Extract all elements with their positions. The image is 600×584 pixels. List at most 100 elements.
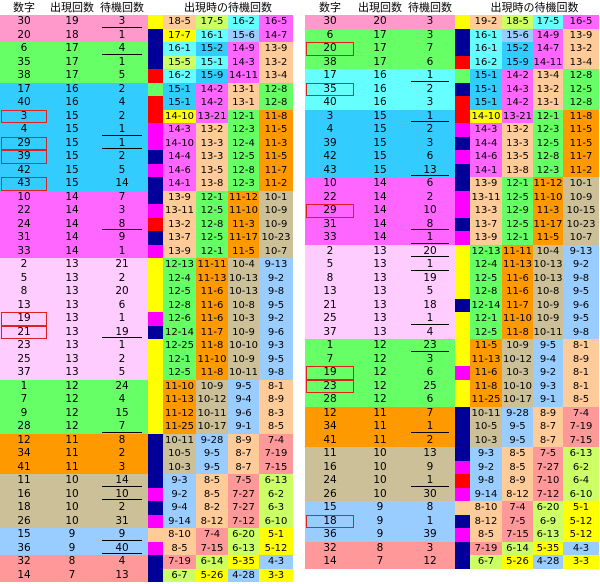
wait-history-cell: 14-10 bbox=[470, 109, 502, 123]
wait-history-cell: 14-10 bbox=[163, 136, 196, 150]
wait-history-cell: 9-5 bbox=[502, 420, 533, 434]
wait-history-cell: 7-12 bbox=[228, 514, 259, 528]
wait-history-cell: 13-8 bbox=[196, 177, 228, 191]
wait-history-cell: 13-9 bbox=[163, 190, 196, 204]
appear-count-cell: 14 bbox=[65, 190, 79, 203]
wait-underline bbox=[411, 256, 449, 257]
appear-count-cell: 9 bbox=[376, 501, 384, 513]
wait-history-cell: 12-13 bbox=[163, 258, 196, 272]
wait-history-cell: 7-5 bbox=[228, 474, 259, 488]
wait-history-cell: 12-1 bbox=[470, 312, 502, 326]
wait-history-cell: 13-3 bbox=[196, 150, 228, 164]
wait-history-cell: 13-1 bbox=[533, 96, 563, 110]
wait-history-cell: 12-25 bbox=[163, 339, 196, 353]
table-row: 22 14 3 13-11 12-5 11-10 10-9 bbox=[0, 204, 300, 218]
marker-square bbox=[148, 42, 163, 56]
number-cell: 35 bbox=[17, 55, 31, 68]
wait-history-cell: 13-21 bbox=[502, 109, 533, 123]
wait-count-cell: 24 bbox=[115, 379, 129, 392]
wait-history-cell: 6-9 bbox=[533, 514, 563, 528]
wait-history-cell: 11-13 bbox=[470, 352, 502, 366]
wait-history-cell: 8-12 bbox=[502, 487, 533, 501]
wait-history-cell: 10-1 bbox=[259, 190, 293, 204]
table-row: 34 11 2 10-5 9-5 8-7 7-19 bbox=[0, 447, 300, 461]
wait-history-cell: 12-8 bbox=[196, 217, 228, 231]
wait-history-cell: 11-5 bbox=[470, 339, 502, 353]
marker-square bbox=[455, 447, 470, 461]
wait-count-cell: 1 bbox=[426, 514, 434, 527]
wait-history-cell: 14-9 bbox=[533, 28, 563, 42]
wait-underline bbox=[411, 80, 449, 82]
appear-count-cell: 11 bbox=[65, 460, 79, 473]
wait-history-cell: 10-13 bbox=[533, 258, 563, 272]
appear-count-cell: 14 bbox=[65, 244, 79, 257]
wait-history-cell: 10-8 bbox=[228, 298, 259, 312]
wait-history-cell: 14-3 bbox=[470, 123, 502, 137]
wait-history-cell: 7-15 bbox=[502, 528, 533, 542]
wait-history-cell: 11-5 bbox=[563, 123, 599, 137]
number-cell: 8 bbox=[326, 271, 334, 284]
highlight-box bbox=[306, 379, 354, 393]
highlight-box bbox=[306, 514, 354, 528]
marker-square bbox=[455, 69, 470, 83]
marker-square bbox=[455, 474, 470, 488]
number-cell: 24 bbox=[17, 217, 31, 230]
marker-square bbox=[148, 109, 163, 123]
wait-history-cell: 9-5 bbox=[196, 460, 228, 474]
wait-history-cell: 15-1 bbox=[470, 69, 502, 83]
wait-history-cell: 6-10 bbox=[259, 514, 293, 528]
marker-square bbox=[455, 379, 470, 393]
number-cell: 4 bbox=[20, 123, 28, 135]
highlight-box bbox=[1, 136, 47, 150]
appear-count-cell: 13 bbox=[65, 298, 79, 311]
wait-history-cell: 4-3 bbox=[563, 541, 599, 555]
wait-history-cell: 12-5 bbox=[502, 217, 533, 231]
wait-history-cell: 5-35 bbox=[533, 541, 563, 555]
wait-history-cell: 16-1 bbox=[470, 28, 502, 42]
wait-history-cell: 8-5 bbox=[196, 474, 228, 488]
wait-count-cell: 3 bbox=[426, 541, 434, 554]
table-row: 30 20 3 19-2 18-5 17-5 16-5 bbox=[305, 15, 600, 29]
table-row: 17 16 2 15-1 14-2 13-1 12-8 bbox=[0, 82, 300, 96]
wait-history-cell: 13-1 bbox=[228, 82, 259, 96]
wait-history-cell: 10-9 bbox=[533, 298, 563, 312]
number-cell: 15 bbox=[17, 528, 31, 540]
marker-square bbox=[148, 150, 163, 164]
table-row: 10 14 7 13-9 12-1 11-12 10-1 bbox=[0, 190, 300, 204]
wait-history-cell: 10-10 bbox=[228, 339, 259, 353]
wait-history-cell: 9-28 bbox=[502, 406, 533, 420]
wait-history-cell: 11-6 bbox=[502, 271, 533, 285]
highlight-box bbox=[1, 150, 47, 164]
marker-square bbox=[455, 217, 470, 231]
marker-square bbox=[455, 325, 470, 339]
marker-square bbox=[148, 379, 163, 393]
wait-count-cell: 2 bbox=[118, 447, 126, 459]
appear-count-cell: 13 bbox=[373, 244, 387, 257]
appear-count-cell: 13 bbox=[373, 271, 387, 284]
number-cell: 12 bbox=[323, 406, 337, 419]
wait-history-cell: 13-3 bbox=[502, 136, 533, 150]
marker-square bbox=[148, 258, 163, 272]
appear-count-cell: 16 bbox=[373, 82, 387, 95]
wait-history-cell: 8-9 bbox=[228, 433, 259, 447]
wait-history-cell: 10-17 bbox=[196, 420, 228, 434]
table-row: 12 11 7 10-11 9-28 8-9 7-4 bbox=[305, 406, 600, 420]
wait-history-cell: 15-9 bbox=[502, 55, 533, 69]
wait-history-cell: 13-2 bbox=[502, 123, 533, 137]
wait-history-cell: 13-5 bbox=[502, 150, 533, 164]
wait-count-cell: 31 bbox=[115, 514, 129, 527]
wait-count-cell: 8 bbox=[118, 433, 126, 446]
wait-history-cell: 10-11 bbox=[163, 433, 196, 447]
wait-history-cell: 10-9 bbox=[259, 217, 293, 231]
table-row: 3 15 1 14-10 13-21 12-1 11-8 bbox=[305, 109, 600, 123]
marker-square bbox=[455, 501, 470, 515]
wait-history-cell: 11-6 bbox=[196, 298, 228, 312]
table-row: 2 13 20 12-13 11-11 10-4 9-13 bbox=[305, 244, 600, 258]
number-cell: 25 bbox=[17, 352, 31, 365]
wait-history-cell: 9-14 bbox=[163, 514, 196, 528]
number-cell: 31 bbox=[323, 217, 337, 230]
number-cell: 20 bbox=[17, 28, 31, 41]
wait-underline bbox=[411, 242, 449, 244]
table-row: 26 10 31 9-14 8-12 7-12 6-10 bbox=[0, 514, 300, 528]
wait-history-cell: 15-1 bbox=[470, 96, 502, 110]
